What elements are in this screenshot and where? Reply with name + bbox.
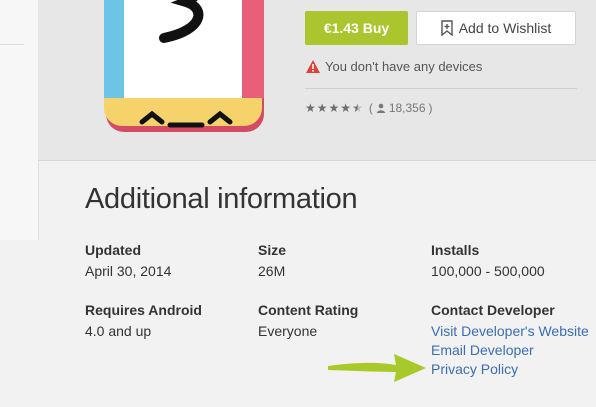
- half-star-icon: ★: [352, 101, 363, 115]
- requires-android-value: 4.0 and up: [85, 323, 152, 339]
- star-icon: ★: [328, 101, 340, 115]
- warning-icon: [306, 60, 320, 73]
- size-value: 26M: [258, 263, 286, 279]
- buy-button[interactable]: €1.43 Buy: [305, 11, 408, 45]
- email-developer-link[interactable]: Email Developer: [431, 342, 589, 358]
- star-icon: ★: [316, 101, 328, 115]
- divider: [305, 88, 577, 89]
- add-to-wishlist-button[interactable]: Add to Wishlist: [416, 11, 576, 45]
- star-icon: ★: [305, 101, 316, 115]
- section-title: Additional information: [85, 183, 358, 215]
- contact-links: Visit Developer's Website Email Develope…: [431, 323, 589, 377]
- installs-field: Installs 100,000 - 500,000: [431, 242, 545, 279]
- star-icon: ★: [340, 101, 352, 115]
- updated-field: Updated April 30, 2014: [85, 242, 171, 279]
- device-warning: You don't have any devices: [306, 59, 482, 74]
- wishlist-label: Add to Wishlist: [458, 20, 552, 36]
- warning-text: You don't have any devices: [325, 59, 483, 74]
- left-rail: [0, 0, 39, 240]
- updated-value: April 30, 2014: [85, 263, 172, 279]
- installs-label: Installs: [431, 242, 480, 258]
- content-rating-field: Content Rating Everyone: [258, 302, 358, 339]
- size-field: Size 26M: [258, 242, 286, 279]
- content-rating-value: Everyone: [258, 323, 318, 339]
- rating-row: ★ ★ ★ ★ ★ ( 18,356 ): [305, 101, 433, 115]
- person-icon: [376, 103, 386, 113]
- visit-developer-website-link[interactable]: Visit Developer's Website: [431, 323, 589, 339]
- contact-developer-field: Contact Developer Visit Developer's Webs…: [431, 302, 589, 380]
- contact-developer-label: Contact Developer: [431, 302, 555, 318]
- green-arrow-icon: [328, 354, 426, 382]
- app-icon: [104, 0, 264, 132]
- size-label: Size: [258, 242, 287, 258]
- rating-stars: ★ ★ ★ ★ ★: [305, 102, 363, 114]
- content-rating-label: Content Rating: [258, 302, 359, 318]
- installs-value: 100,000 - 500,000: [431, 263, 545, 279]
- updated-label: Updated: [85, 242, 141, 258]
- privacy-policy-link[interactable]: Privacy Policy: [431, 361, 589, 377]
- requires-android-label: Requires Android: [85, 302, 202, 318]
- rating-count: ( 18,356 ): [368, 101, 433, 115]
- bookmark-plus-icon: [441, 20, 453, 36]
- requires-android-field: Requires Android 4.0 and up: [85, 302, 202, 339]
